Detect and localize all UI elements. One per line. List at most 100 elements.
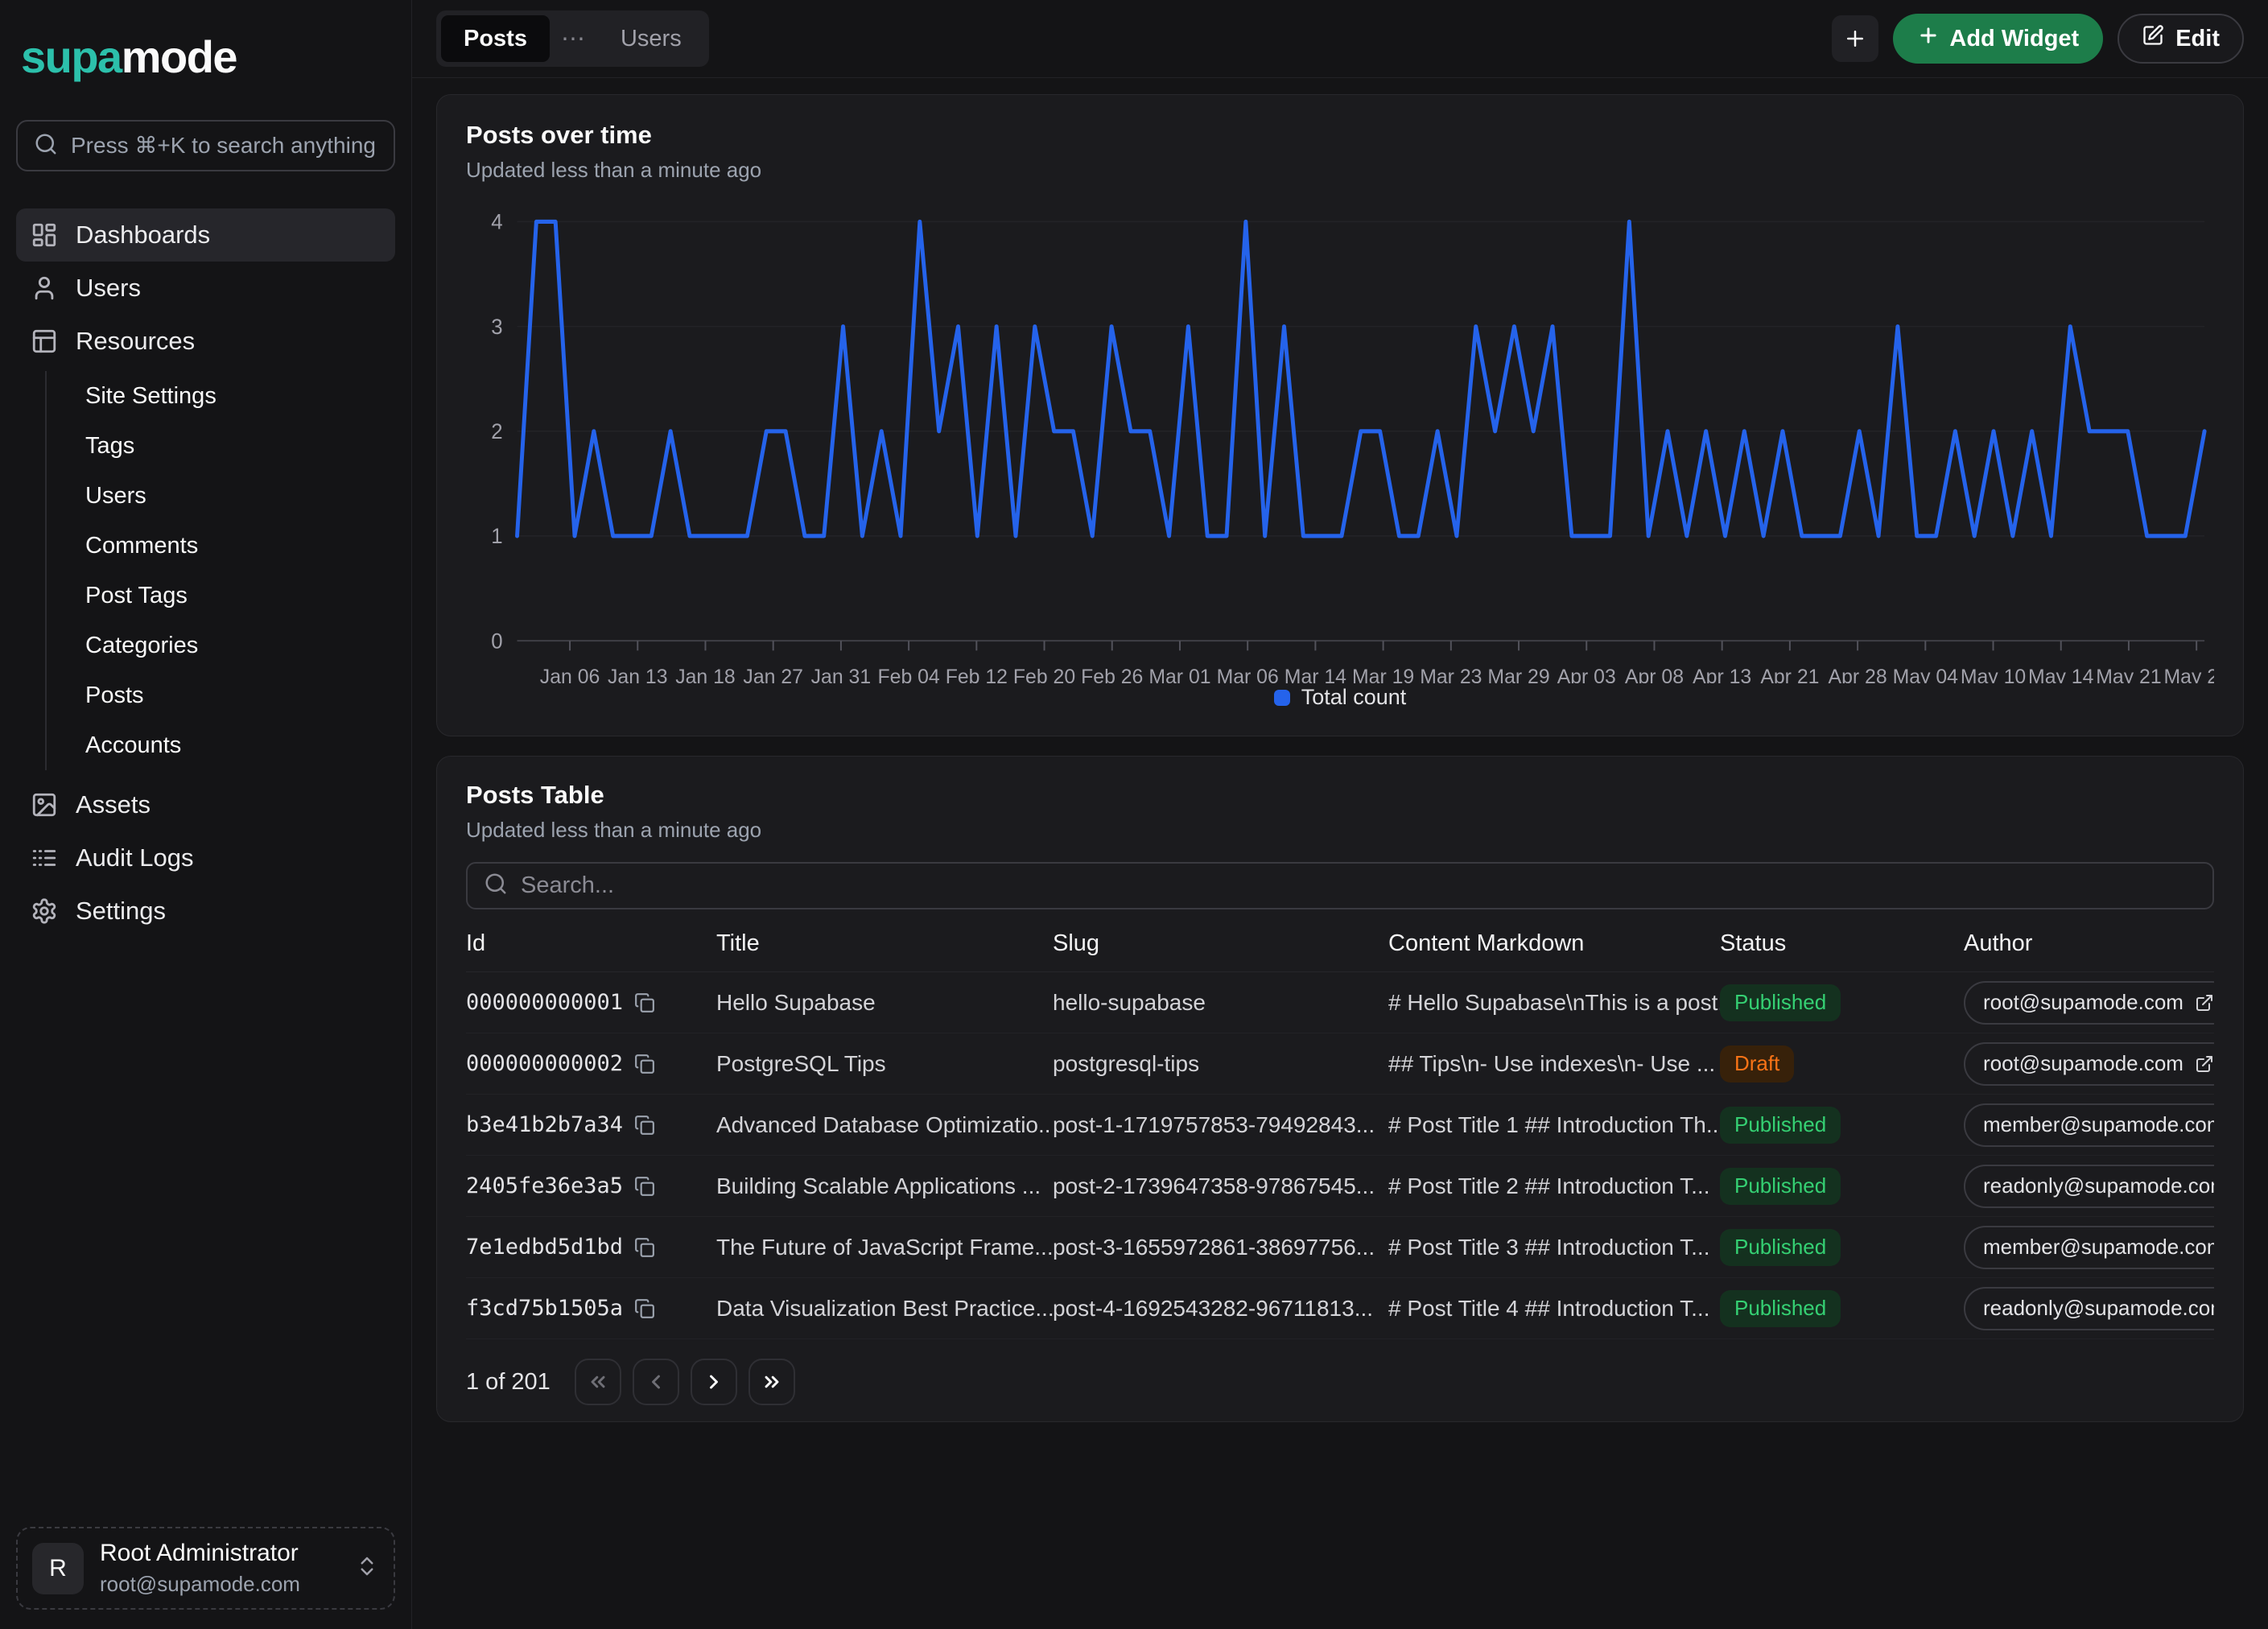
copy-id-button[interactable]	[634, 1054, 655, 1074]
sidebar-subitem-comments[interactable]: Comments	[77, 521, 395, 571]
user-icon	[31, 274, 58, 302]
table-search[interactable]	[466, 862, 2214, 909]
sidebar-item-resources[interactable]: Resources	[16, 315, 395, 368]
legend-label: Total count	[1301, 685, 1407, 710]
column-header-status: Status	[1720, 930, 1964, 957]
table-rows: 000000000001Hello Supabasehello-supabase…	[466, 972, 2214, 1344]
cell-content-markdown: # Post Title 3 ## Introduction T...	[1388, 1235, 1720, 1260]
tab-posts[interactable]: Posts	[441, 15, 550, 62]
chevrons-right-icon	[761, 1371, 783, 1393]
sidebar-item-label: Audit Logs	[76, 843, 194, 872]
tab-users[interactable]: Users	[598, 15, 704, 62]
cell-status: Published	[1720, 1107, 1964, 1144]
sidebar-subitem-posts[interactable]: Posts	[77, 670, 395, 720]
table-row[interactable]: 000000000001Hello Supabasehello-supabase…	[466, 972, 2214, 1033]
copy-id-button[interactable]	[634, 992, 655, 1013]
svg-text:Apr 08: Apr 08	[1625, 666, 1684, 683]
author-link[interactable]: member@supamode.com	[1964, 1103, 2214, 1147]
sidebar-item-label: Resources	[76, 327, 195, 356]
svg-text:Feb 12: Feb 12	[946, 666, 1008, 683]
table-row[interactable]: b3e41b2b7a34Advanced Database Optimizati…	[466, 1095, 2214, 1156]
chevron-right-icon	[703, 1371, 725, 1393]
svg-text:Apr 28: Apr 28	[1829, 666, 1887, 683]
plus-icon	[1843, 27, 1867, 51]
global-search-input[interactable]	[71, 133, 377, 159]
copy-id-button[interactable]	[634, 1115, 655, 1136]
legend-swatch	[1274, 690, 1290, 706]
column-header-content-markdown: Content Markdown	[1388, 930, 1720, 957]
table-search-input[interactable]	[521, 872, 2196, 899]
add-widget-label: Add Widget	[1949, 26, 2079, 52]
sidebar-subitem-site-settings[interactable]: Site Settings	[77, 371, 395, 421]
sidebar-item-assets[interactable]: Assets	[16, 778, 395, 831]
sidebar-item-label: Users	[76, 274, 141, 303]
cell-slug: post-3-1655972861-38697756...	[1053, 1235, 1388, 1260]
edit-icon	[2142, 24, 2164, 47]
plus-icon	[1917, 24, 1940, 53]
table-row[interactable]: 000000000002PostgreSQL Tipspostgresql-ti…	[466, 1033, 2214, 1095]
search-icon	[484, 872, 508, 896]
svg-text:Apr 21: Apr 21	[1760, 666, 1819, 683]
table-row[interactable]: 2405fe36e3a5Building Scalable Applicatio…	[466, 1156, 2214, 1217]
svg-text:4: 4	[491, 209, 502, 233]
column-header-title: Title	[716, 930, 1053, 957]
cell-content-markdown: ## Tips\n- Use indexes\n- Use ...	[1388, 1051, 1720, 1077]
cell-title: The Future of JavaScript Frame...	[716, 1235, 1053, 1260]
cell-id: 000000000001	[466, 990, 716, 1015]
posts-table-card: Posts Table Updated less than a minute a…	[436, 756, 2244, 1422]
sidebar-item-label: Settings	[76, 897, 166, 926]
cell-title: PostgreSQL Tips	[716, 1051, 1053, 1077]
author-link[interactable]: root@supamode.com	[1964, 981, 2214, 1025]
svg-text:Jan 31: Jan 31	[811, 666, 871, 683]
author-link[interactable]: root@supamode.com	[1964, 1042, 2214, 1086]
author-link[interactable]: readonly@supamode.com	[1964, 1165, 2214, 1208]
cell-status: Published	[1720, 1290, 1964, 1327]
cell-id: b3e41b2b7a34	[466, 1112, 716, 1137]
sidebar-subitem-users[interactable]: Users	[77, 471, 395, 521]
tab-overflow-icon[interactable]: ⋯	[551, 25, 596, 53]
status-badge: Published	[1720, 1290, 1841, 1327]
table-header: IdTitleSlugContent MarkdownStatusAuthor	[466, 930, 2214, 972]
table-row[interactable]: f3cd75b1505aData Visualization Best Prac…	[466, 1278, 2214, 1339]
cell-title: Data Visualization Best Practice...	[716, 1296, 1053, 1322]
logs-icon	[31, 844, 58, 872]
edit-label: Edit	[2175, 26, 2220, 52]
sidebar-subitem-post-tags[interactable]: Post Tags	[77, 571, 395, 621]
next-page-button[interactable]	[691, 1359, 737, 1405]
global-search[interactable]	[16, 120, 395, 171]
add-widget-button[interactable]: Add Widget	[1893, 14, 2103, 64]
sidebar-subitem-categories[interactable]: Categories	[77, 621, 395, 670]
status-badge: Published	[1720, 1229, 1841, 1266]
last-page-button[interactable]	[748, 1359, 795, 1405]
copy-id-button[interactable]	[634, 1176, 655, 1197]
copy-id-button[interactable]	[634, 1298, 655, 1319]
table-row[interactable]: 7e1edbd5d1bdThe Future of JavaScript Fra…	[466, 1217, 2214, 1278]
profile-menu[interactable]: R Root Administrator root@supamode.com	[16, 1527, 395, 1610]
copy-id-button[interactable]	[634, 1237, 655, 1258]
status-badge: Draft	[1720, 1045, 1794, 1083]
author-link[interactable]: readonly@supamode.com	[1964, 1287, 2214, 1330]
cell-status: Published	[1720, 1229, 1964, 1266]
sidebar-item-dashboards[interactable]: Dashboards	[16, 208, 395, 262]
add-dashboard-button[interactable]	[1832, 15, 1878, 62]
cell-content-markdown: # Post Title 4 ## Introduction T...	[1388, 1296, 1720, 1322]
svg-text:Mar 19: Mar 19	[1352, 666, 1414, 683]
sidebar-item-settings[interactable]: Settings	[16, 885, 395, 938]
sidebar-subitem-accounts[interactable]: Accounts	[77, 720, 395, 770]
first-page-button[interactable]	[575, 1359, 621, 1405]
sidebar-item-users[interactable]: Users	[16, 262, 395, 315]
search-icon	[34, 132, 58, 156]
column-header-author: Author	[1964, 930, 2214, 957]
svg-text:May 21: May 21	[2096, 666, 2161, 683]
sidebar-subitem-tags[interactable]: Tags	[77, 421, 395, 471]
sidebar-item-audit-logs[interactable]: Audit Logs	[16, 831, 395, 885]
author-link[interactable]: member@supamode.com	[1964, 1226, 2214, 1269]
svg-text:Apr 03: Apr 03	[1557, 666, 1616, 683]
status-badge: Published	[1720, 984, 1841, 1021]
svg-text:Feb 26: Feb 26	[1081, 666, 1143, 683]
cell-author: member@supamode.com	[1964, 1226, 2214, 1269]
svg-text:Feb 20: Feb 20	[1013, 666, 1075, 683]
cell-title: Advanced Database Optimizatio...	[716, 1112, 1053, 1138]
edit-button[interactable]: Edit	[2117, 14, 2244, 64]
previous-page-button[interactable]	[633, 1359, 679, 1405]
